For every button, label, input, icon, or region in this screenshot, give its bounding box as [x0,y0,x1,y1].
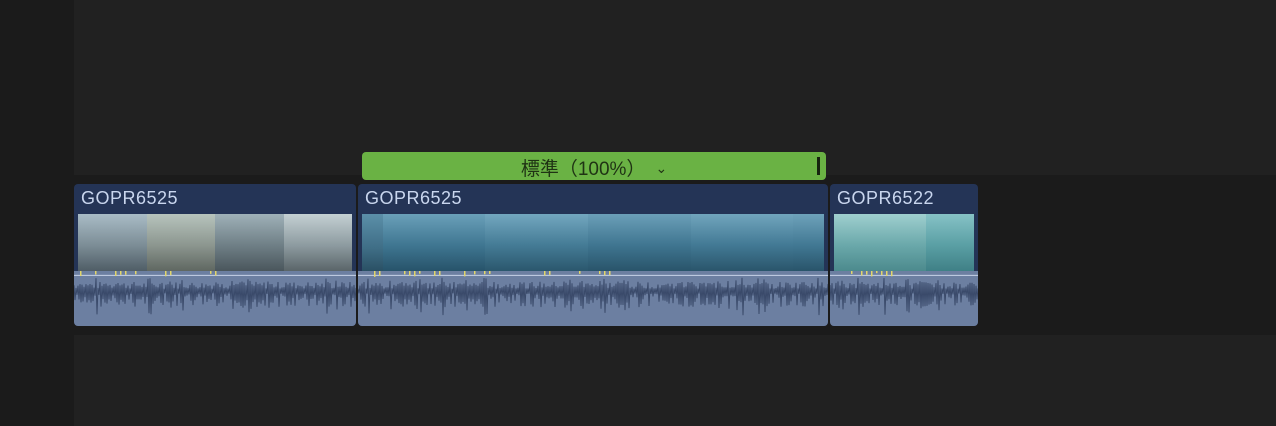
video-thumbnail [78,214,147,271]
video-thumbnail [834,214,926,271]
timeline-clip-3[interactable]: GOPR6522 [830,184,978,326]
chevron-down-icon[interactable]: ⌄ [655,160,667,177]
retime-speed-menu[interactable]: 標準（100%） ⌄ [362,154,826,181]
video-thumbnail [587,214,691,271]
video-thumbnail [283,214,352,271]
clip-name: GOPR6522 [837,188,935,208]
timeline-clip-2[interactable]: GOPR6525 [358,184,828,326]
clip-filmstrip [362,214,824,271]
timeline-clip-1[interactable]: GOPR6525 [74,184,356,326]
clip-name: GOPR6525 [81,188,179,208]
clip-filmstrip [78,214,352,271]
retime-speed-bar[interactable]: 標準（100%） ⌄ [362,152,826,180]
retime-speed-label: 標準（100%） [520,159,646,180]
video-thumbnail [690,214,794,271]
audio-waveform [830,271,978,326]
video-thumbnail [925,214,974,271]
video-thumbnail [382,214,486,271]
audio-waveform [358,271,828,326]
retime-handle[interactable] [817,157,820,175]
video-thumbnail [215,214,284,271]
audio-waveform [74,271,356,326]
clip-filmstrip [834,214,974,271]
video-thumbnail [485,214,588,271]
video-thumbnail [362,214,383,271]
video-thumbnail [793,214,824,271]
video-thumbnail [146,214,215,271]
timeline-gutter [0,0,74,426]
clip-name: GOPR6525 [365,188,463,208]
